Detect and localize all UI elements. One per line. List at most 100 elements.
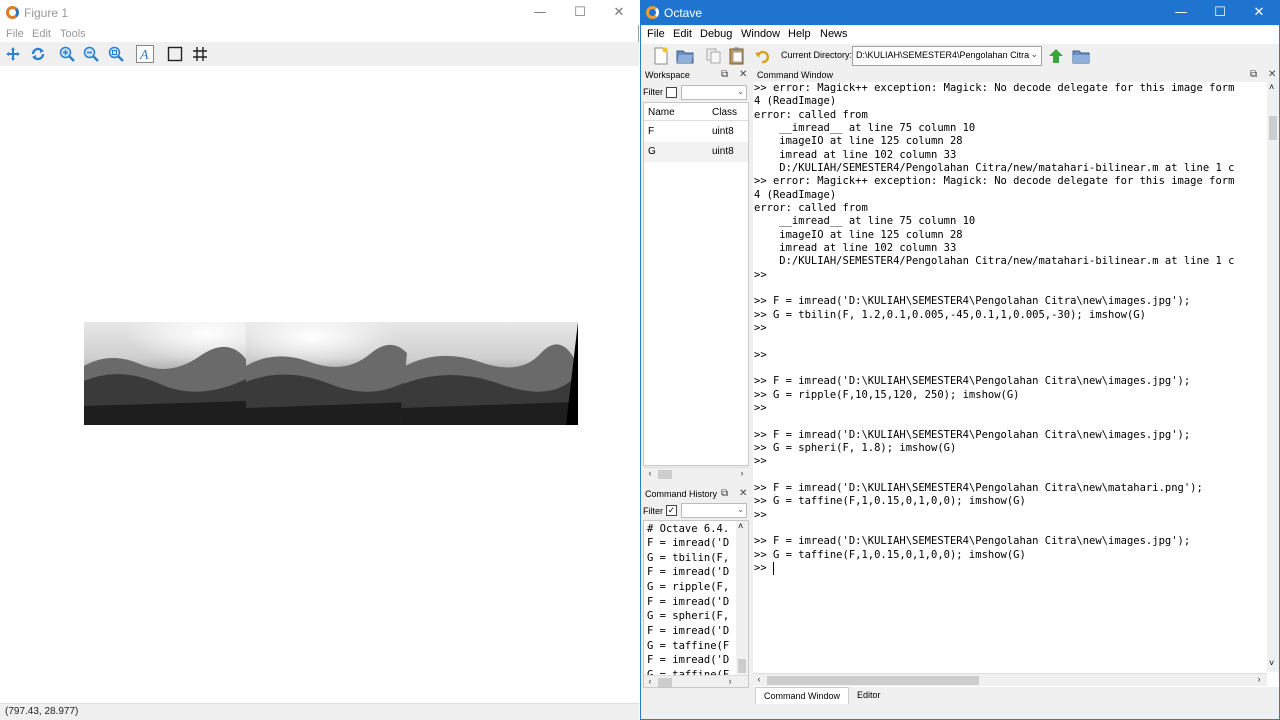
new-file-icon[interactable]	[651, 47, 670, 65]
scroll-left-icon[interactable]: ‹	[644, 676, 656, 686]
workspace-hscrollbar[interactable]: ‹ ›	[644, 467, 748, 480]
scroll-thumb[interactable]	[658, 678, 672, 687]
list-item[interactable]: F = imread('D	[647, 596, 729, 608]
parent-directory-icon[interactable]	[1046, 47, 1065, 65]
image-panel-3	[400, 322, 578, 425]
octave-logo-icon	[646, 6, 659, 19]
list-item[interactable]: F = imread('D	[647, 566, 729, 578]
menu-help[interactable]: Help	[788, 28, 811, 40]
prompt-line[interactable]: >>	[754, 562, 773, 575]
zoom-in-icon[interactable]	[57, 45, 76, 63]
history-vscrollbar[interactable]: ˄	[736, 521, 748, 675]
pan-icon[interactable]	[3, 45, 22, 63]
scroll-thumb[interactable]	[738, 659, 746, 673]
browse-folder-icon[interactable]	[1071, 47, 1090, 65]
minimize-icon[interactable]: —	[1161, 0, 1201, 25]
list-item[interactable]: # Octave 6.4.	[647, 523, 729, 535]
undock-icon[interactable]: ⧉	[721, 488, 728, 499]
list-item[interactable]: F = imread('D	[647, 654, 729, 666]
scroll-right-icon[interactable]: ›	[736, 468, 748, 478]
scroll-down-icon[interactable]: ˅	[1269, 658, 1274, 668]
maximize-icon[interactable]: ☐	[560, 0, 600, 25]
command-window-title: Command Window	[757, 70, 834, 80]
list-item[interactable]: F = imread('D	[647, 625, 729, 637]
command-vscrollbar[interactable]: ˄ ˅	[1267, 82, 1279, 672]
output-line: >>	[754, 322, 767, 334]
tab-command-window[interactable]: Command Window	[755, 687, 850, 704]
image-panel-2	[246, 322, 412, 425]
rotate-icon[interactable]	[28, 45, 47, 63]
command-history-list: # Octave 6.4. F = imread('D G = tbilin(F…	[643, 520, 749, 688]
list-item[interactable]: F = imread('D	[647, 537, 729, 549]
list-item[interactable]: G = ripple(F,	[647, 581, 729, 593]
menu-edit[interactable]: Edit	[32, 28, 51, 40]
scroll-left-icon[interactable]: ‹	[753, 674, 765, 684]
close-icon[interactable]: ✕	[1239, 0, 1279, 25]
maximize-icon[interactable]: ☐	[1200, 0, 1240, 25]
scroll-right-icon[interactable]: ›	[1253, 674, 1265, 684]
workspace-header: Name Class	[644, 103, 748, 121]
octave-logo-icon	[6, 6, 19, 19]
menu-file[interactable]: File	[647, 28, 665, 40]
list-item[interactable]: G = taffine(F	[647, 640, 729, 652]
history-hscrollbar[interactable]: ‹ ›	[644, 675, 748, 687]
command-window-output[interactable]: >> error: Magick++ exception: Magick: No…	[753, 82, 1279, 687]
close-icon[interactable]: ✕	[599, 0, 639, 25]
list-item[interactable]: G = tbilin(F,	[647, 552, 729, 564]
menu-window[interactable]: Window	[741, 28, 780, 40]
close-icon[interactable]: ✕	[739, 69, 747, 80]
undock-icon[interactable]: ⧉	[1250, 69, 1257, 80]
paste-icon[interactable]	[727, 47, 746, 65]
figure-canvas[interactable]	[0, 66, 639, 703]
figure-titlebar[interactable]: Figure 1 — ☐ ✕	[0, 0, 639, 25]
table-row[interactable]: G uint8	[644, 142, 748, 162]
var-name: G	[648, 146, 656, 157]
octave-titlebar[interactable]: Octave — ☐ ✕	[640, 0, 1280, 25]
command-hscrollbar[interactable]: ‹ ›	[753, 673, 1267, 686]
output-line: >>	[754, 269, 767, 281]
minimize-icon[interactable]: —	[520, 0, 560, 25]
text-icon[interactable]: A	[135, 45, 154, 63]
tab-editor[interactable]: Editor	[849, 687, 889, 704]
menu-news[interactable]: News	[820, 28, 848, 40]
scroll-up-icon[interactable]: ˄	[738, 521, 743, 531]
scroll-left-icon[interactable]: ‹	[644, 468, 656, 478]
column-name[interactable]: Name	[648, 107, 675, 118]
output-line: 4 (ReadImage)	[754, 95, 837, 107]
current-directory-value: D:\KULIAH\SEMESTER4\Pengolahan Citra	[856, 50, 1030, 60]
zoom-auto-icon[interactable]	[106, 45, 125, 63]
filter-checkbox[interactable]	[666, 87, 677, 98]
chevron-down-icon[interactable]: ⌄	[1030, 49, 1038, 60]
scroll-thumb[interactable]	[767, 676, 979, 685]
menu-edit[interactable]: Edit	[673, 28, 692, 40]
chevron-down-icon[interactable]: ⌄	[737, 87, 744, 96]
text-cursor	[773, 562, 774, 575]
output-line: >> F = imread('D:\KULIAH\SEMESTER4\Pengo…	[754, 295, 1191, 307]
list-item[interactable]: G = spheri(F,	[647, 610, 729, 622]
undo-icon[interactable]	[752, 47, 771, 65]
menu-debug[interactable]: Debug	[700, 28, 732, 40]
scroll-thumb[interactable]	[1269, 116, 1277, 140]
close-icon[interactable]: ✕	[739, 488, 747, 499]
axes-box-icon[interactable]	[165, 45, 184, 63]
filter-combo[interactable]: ⌄	[681, 85, 747, 100]
filter-combo[interactable]: ⌄	[681, 503, 747, 518]
output-line: >>	[754, 402, 767, 414]
zoom-out-icon[interactable]	[81, 45, 100, 63]
scroll-right-icon[interactable]: ›	[724, 676, 736, 686]
open-folder-icon[interactable]	[675, 47, 694, 65]
chevron-down-icon[interactable]: ⌄	[737, 505, 744, 514]
table-row[interactable]: F uint8	[644, 122, 748, 142]
column-class[interactable]: Class	[712, 107, 737, 118]
close-icon[interactable]: ✕	[1268, 69, 1276, 80]
figure-window: Figure 1 — ☐ ✕ File Edit Tools A (797.43…	[0, 0, 639, 720]
menu-tools[interactable]: Tools	[60, 28, 86, 40]
scroll-thumb[interactable]	[658, 470, 672, 479]
copy-icon[interactable]	[704, 47, 723, 65]
filter-checkbox[interactable]: ✓	[666, 505, 677, 516]
menu-file[interactable]: File	[6, 28, 24, 40]
grid-icon[interactable]	[190, 45, 209, 63]
undock-icon[interactable]: ⧉	[721, 69, 728, 80]
scroll-up-icon[interactable]: ˄	[1269, 82, 1274, 92]
current-directory-combo[interactable]: D:\KULIAH\SEMESTER4\Pengolahan Citra ⌄	[852, 46, 1042, 66]
